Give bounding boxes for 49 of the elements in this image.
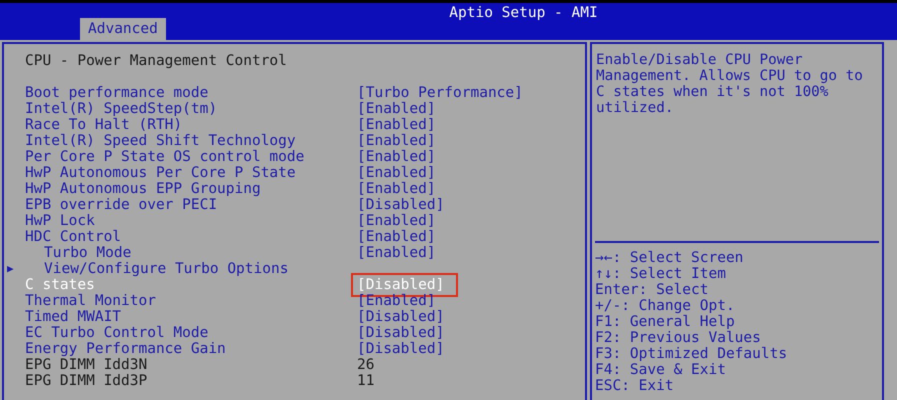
- window-title: Aptio Setup - AMI: [448, 4, 599, 21]
- setting-value[interactable]: [Enabled]: [357, 229, 436, 245]
- setting-value[interactable]: [Enabled]: [357, 165, 436, 181]
- setting-label[interactable]: HDC Control: [25, 229, 337, 245]
- setting-label[interactable]: Thermal Monitor: [25, 293, 337, 309]
- setting-label[interactable]: EPB override over PECI: [25, 197, 337, 213]
- setting-value[interactable]: [Enabled]: [357, 181, 436, 197]
- setting-value[interactable]: 11: [357, 373, 374, 389]
- setting-value[interactable]: [Enabled]: [357, 101, 436, 117]
- submenu-arrow-icon: ▶: [7, 261, 14, 277]
- setting-value[interactable]: [Disabled]: [357, 309, 444, 325]
- setting-label[interactable]: View/Configure Turbo Options: [25, 261, 337, 277]
- setting-label[interactable]: Turbo Mode: [25, 245, 337, 261]
- setting-value[interactable]: [Enabled]: [357, 133, 436, 149]
- key-hint: F4: Save & Exit: [595, 362, 727, 378]
- setting-value[interactable]: [Disabled]: [357, 197, 444, 213]
- key-hint: F1: General Help: [595, 314, 736, 330]
- setting-value[interactable]: [Enabled]: [357, 245, 436, 261]
- key-hint: F2: Previous Values: [595, 330, 762, 346]
- setting-value[interactable]: [Disabled]: [357, 341, 444, 357]
- setting-label[interactable]: HwP Lock: [25, 213, 337, 229]
- setting-value[interactable]: [Enabled]: [357, 149, 436, 165]
- key-hint: F3: Optimized Defaults: [595, 346, 788, 362]
- setting-value[interactable]: [Disabled]: [357, 325, 444, 341]
- setting-label[interactable]: Race To Halt (RTH): [25, 117, 337, 133]
- setting-label[interactable]: EPG DIMM Idd3P: [25, 373, 337, 389]
- setting-value[interactable]: [Turbo Performance]: [357, 85, 523, 101]
- key-hint: ↑↓: Select Item: [595, 266, 727, 282]
- setting-value[interactable]: [Enabled]: [357, 213, 436, 229]
- setting-value[interactable]: 26: [357, 357, 374, 373]
- setting-label[interactable]: Energy Performance Gain: [25, 341, 337, 357]
- setting-label[interactable]: Per Core P State OS control mode: [25, 149, 337, 165]
- setting-label[interactable]: Boot performance mode: [25, 85, 337, 101]
- setting-value[interactable]: [Enabled]: [357, 117, 436, 133]
- setting-label[interactable]: HwP Autonomous EPP Grouping: [25, 181, 337, 197]
- setting-label[interactable]: Timed MWAIT: [25, 309, 337, 325]
- setting-label[interactable]: Intel(R) SpeedStep(tm): [25, 101, 337, 117]
- setting-value[interactable]: [Enabled]: [357, 293, 436, 309]
- help-text: Enable/Disable CPU Power Management. Allows CPU to go to C states when it's not 100% utilized.: [595, 51, 864, 118]
- key-hint: ESC: Exit: [595, 378, 675, 394]
- key-hint: Enter: Select: [595, 282, 710, 298]
- key-hint: +/-: Change Opt.: [595, 298, 736, 314]
- setting-label[interactable]: EC Turbo Control Mode: [25, 325, 337, 341]
- setting-label[interactable]: Intel(R) Speed Shift Technology: [25, 133, 337, 149]
- section-title: CPU - Power Management Control: [24, 53, 288, 69]
- setting-label[interactable]: HwP Autonomous Per Core P State: [25, 165, 337, 181]
- tab[interactable]: Advanced: [80, 18, 166, 40]
- key-hint: →←: Select Screen: [595, 250, 744, 266]
- setting-label[interactable]: EPG DIMM Idd3N: [25, 357, 337, 373]
